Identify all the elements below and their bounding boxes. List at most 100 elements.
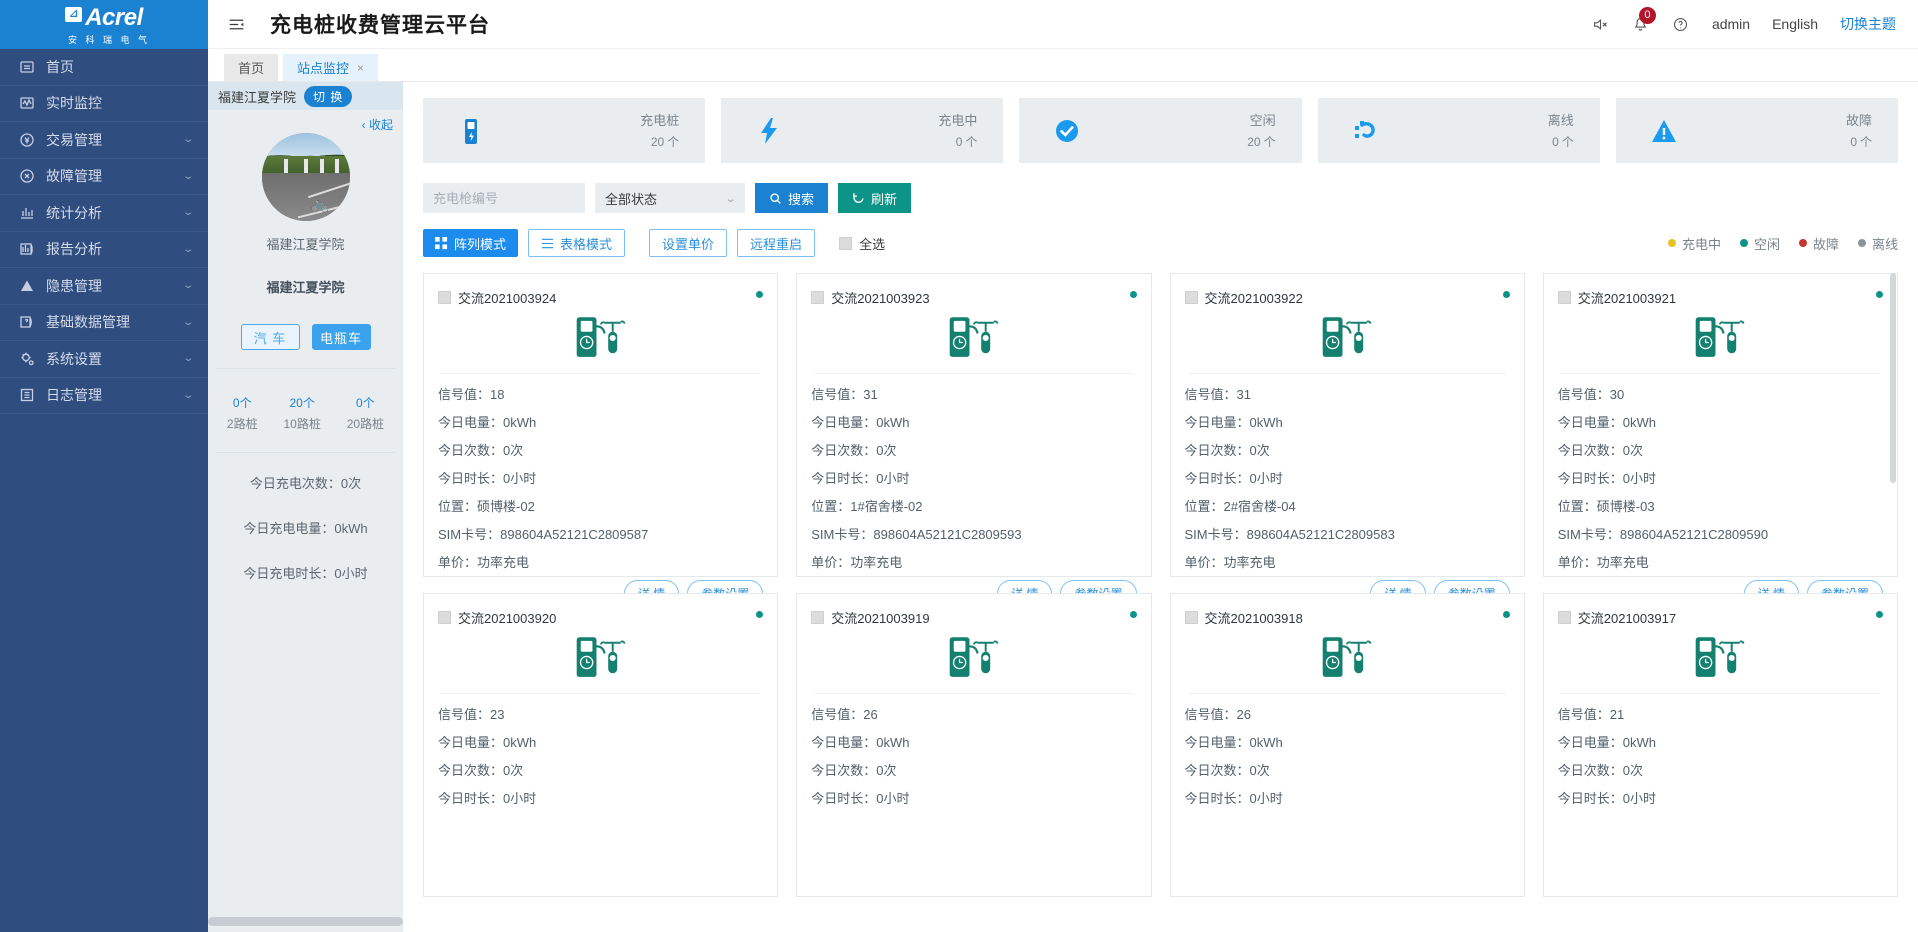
sidebar-collapse-icon[interactable] (224, 12, 248, 36)
card-price-label: 单价： (811, 555, 850, 570)
charging-pile-ebike-icon (1558, 633, 1883, 683)
card-sim-value: 898604A52121C2809587 (500, 527, 648, 542)
legend-item-4: 离线 (1858, 234, 1898, 253)
card-divider (815, 693, 1132, 694)
sidebar-item-label: 故障管理 (46, 166, 184, 186)
mute-icon[interactable] (1592, 15, 1610, 33)
stat-text: 充电桩20个 (640, 110, 679, 151)
cards-vscroll-thumb[interactable] (1890, 273, 1896, 483)
sidebar-item-9[interactable]: 系统设置⌄ (0, 341, 208, 378)
card-duration-value: 0小时 (1623, 791, 1656, 806)
refresh-button[interactable]: 刷新 (838, 183, 911, 213)
grid-mode-button[interactable]: 阵列模式 (423, 229, 518, 257)
stat-text: 空闲20个 (1244, 110, 1275, 151)
stat-card-5[interactable]: 故障0个 (1616, 98, 1898, 163)
site-panel-hscroll-thumb[interactable] (208, 917, 403, 926)
select-all-label: 全选 (859, 234, 885, 253)
card-divider (442, 373, 759, 374)
card-duration-value: 0小时 (503, 791, 536, 806)
pile-card[interactable]: 交流2021003918信号值：26今日电量：0kWh今日次数：0次今日时长：0… (1170, 593, 1525, 897)
card-info: 信号值：18今日电量：0kWh今日次数：0次今日时长：0小时位置：硕博楼-02S… (438, 384, 763, 571)
sidebar-item-3[interactable]: 交易管理⌄ (0, 122, 208, 159)
card-sim: SIM卡号：898604A52121C2809583 (1185, 524, 1510, 543)
checkbox-icon[interactable] (839, 237, 852, 250)
card-times: 今日次数：0次 (1558, 440, 1883, 459)
card-location-label: 位置： (811, 499, 850, 514)
card-title: 交流2021003919 (831, 608, 929, 627)
tab-1[interactable]: 首页 (224, 54, 278, 81)
pile-count-label: 20路桩 (347, 415, 384, 432)
remote-restart-button[interactable]: 远程重启 (737, 229, 815, 257)
card-times-label: 今日次数： (438, 763, 503, 778)
tab-label: 站点监控 (297, 58, 349, 77)
sidebar-item-4[interactable]: 故障管理⌄ (0, 159, 208, 196)
cards-vscrollbar[interactable] (1890, 273, 1896, 909)
sidebar-item-5[interactable]: 统计分析⌄ (0, 195, 208, 232)
pile-counts: 0个2路桩20个10路桩0个20路桩 (208, 369, 403, 452)
table-mode-button[interactable]: 表格模式 (528, 229, 625, 257)
vehicle-tab-2[interactable]: 电瓶车 (312, 324, 371, 350)
tab-2[interactable]: 站点监控 × (283, 54, 378, 81)
sidebar-item-6[interactable]: 报告分析⌄ (0, 232, 208, 269)
search-input[interactable] (423, 183, 585, 213)
card-location: 位置：1#宿舍楼-02 (811, 496, 1136, 515)
stat-cards: 充电桩20个 充电中0个 空闲20个 离线0个故障0个 (423, 98, 1898, 163)
card-signal-label: 信号值： (438, 387, 490, 402)
card-duration-value: 0小时 (503, 471, 536, 486)
card-times-label: 今日次数： (1558, 763, 1623, 778)
stat-card-4[interactable]: 离线0个 (1318, 98, 1600, 163)
select-all-checkbox[interactable]: 全选 (839, 234, 885, 253)
switch-site-button[interactable]: 切 换 (304, 86, 352, 107)
theme-switch[interactable]: 切换主题 (1840, 14, 1896, 34)
language-switch[interactable]: English (1772, 16, 1818, 32)
pile-card[interactable]: 交流2021003924信号值：18今日电量：0kWh今日次数：0次今日时长：0… (423, 273, 778, 577)
sidebar-item-7[interactable]: 隐患管理⌄ (0, 268, 208, 305)
card-location-value: 硕博楼-02 (477, 499, 535, 514)
card-checkbox[interactable] (1558, 291, 1571, 304)
site-panel-hscrollbar[interactable] (208, 917, 403, 926)
collapse-panel-link[interactable]: ‹ 收起 (208, 110, 403, 133)
help-icon[interactable] (1672, 15, 1690, 33)
bolt-icon (749, 111, 789, 151)
search-button[interactable]: 搜索 (755, 183, 828, 213)
legend-dot-icon (1668, 239, 1676, 247)
pile-count-label: 2路桩 (227, 415, 258, 432)
card-checkbox[interactable] (1558, 611, 1571, 624)
stat-card-2[interactable]: 充电中0个 (721, 98, 1003, 163)
sidebar-item-2[interactable]: 实时监控 (0, 86, 208, 123)
card-sim-label: SIM卡号： (1558, 527, 1620, 542)
sidebar-item-8[interactable]: 基础数据管理⌄ (0, 305, 208, 342)
close-icon[interactable]: × (357, 61, 364, 75)
pile-card[interactable]: 交流2021003917信号值：21今日电量：0kWh今日次数：0次今日时长：0… (1543, 593, 1898, 897)
sidebar-item-10[interactable]: 日志管理⌄ (0, 378, 208, 415)
card-checkbox[interactable] (438, 611, 451, 624)
pile-card[interactable]: 交流2021003921信号值：30今日电量：0kWh今日次数：0次今日时长：0… (1543, 273, 1898, 577)
card-duration-value: 0小时 (1250, 471, 1283, 486)
sidebar-item-1[interactable]: 首页 (0, 49, 208, 86)
card-checkbox[interactable] (438, 291, 451, 304)
pile-cards-scroll: 交流2021003924信号值：18今日电量：0kWh今日次数：0次今日时长：0… (423, 273, 1898, 909)
user-menu[interactable]: admin (1712, 16, 1750, 32)
status-select[interactable]: 全部状态 ⌄ (595, 183, 745, 213)
pile-card[interactable]: 交流2021003922信号值：31今日电量：0kWh今日次数：0次今日时长：0… (1170, 273, 1525, 577)
pile-card[interactable]: 交流2021003923信号值：31今日电量：0kWh今日次数：0次今日时长：0… (796, 273, 1151, 577)
monitor-icon (18, 94, 36, 112)
vehicle-tab-1[interactable]: 汽 车 (241, 324, 300, 350)
card-checkbox[interactable] (1185, 291, 1198, 304)
card-signal-value: 26 (863, 707, 877, 722)
card-times: 今日次数：0次 (438, 440, 763, 459)
stat-card-3[interactable]: 空闲20个 (1019, 98, 1301, 163)
card-duration: 今日时长：0小时 (1558, 468, 1883, 487)
notification-bell-icon[interactable]: 0 (1632, 15, 1650, 33)
card-checkbox[interactable] (1185, 611, 1198, 624)
pile-card[interactable]: 交流2021003919信号值：26今日电量：0kWh今日次数：0次今日时长：0… (796, 593, 1151, 897)
set-price-button[interactable]: 设置单价 (649, 229, 727, 257)
chevron-down-icon: ⌄ (724, 192, 736, 205)
card-times: 今日次数：0次 (1558, 760, 1883, 779)
card-checkbox[interactable] (811, 611, 824, 624)
card-checkbox[interactable] (811, 291, 824, 304)
pile-card[interactable]: 交流2021003920信号值：23今日电量：0kWh今日次数：0次今日时长：0… (423, 593, 778, 897)
stat-label: 故障 (1846, 110, 1872, 129)
status-legend: 充电中空闲故障离线 (1668, 234, 1898, 253)
stat-card-1[interactable]: 充电桩20个 (423, 98, 705, 163)
